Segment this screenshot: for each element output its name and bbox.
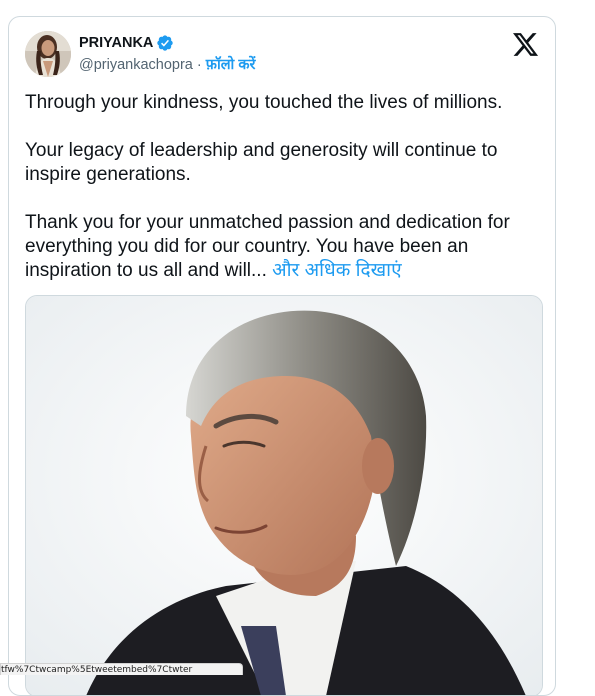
author-handle[interactable]: @priyankachopra: [79, 57, 193, 73]
tweet-paragraph-last: Thank you for your unmatched passion and…: [25, 211, 545, 283]
tweet-media-photo[interactable]: [25, 295, 543, 695]
separator-dot: ·: [192, 57, 206, 73]
browser-status-url: tfw%7Ctwcamp%5Etweetembed%7Ctwter: [0, 663, 243, 675]
author-name-text[interactable]: PRIYANKA: [79, 35, 153, 51]
handle-line: @priyankachopra · फ़ॉलो करें: [79, 54, 255, 74]
follow-link[interactable]: फ़ॉलो करें: [206, 57, 256, 73]
tweet-text: Through your kindness, you touched the l…: [25, 91, 545, 283]
verified-badge-icon: [156, 34, 174, 52]
author-name[interactable]: PRIYANKA: [79, 34, 174, 52]
x-logo-icon[interactable]: [513, 33, 539, 57]
tweet-paragraph: Your legacy of leadership and generosity…: [25, 140, 498, 185]
tweet-card[interactable]: PRIYANKA @priyankachopra · फ़ॉलो करें Th…: [8, 16, 556, 696]
show-more-link[interactable]: और अधिक दिखाएं: [267, 260, 401, 281]
tweet-paragraph: Through your kindness, you touched the l…: [25, 92, 503, 113]
author-avatar[interactable]: [25, 31, 71, 77]
tweet-header: PRIYANKA @priyankachopra · फ़ॉलो करें: [25, 29, 541, 79]
portrait-photo: [26, 296, 542, 695]
